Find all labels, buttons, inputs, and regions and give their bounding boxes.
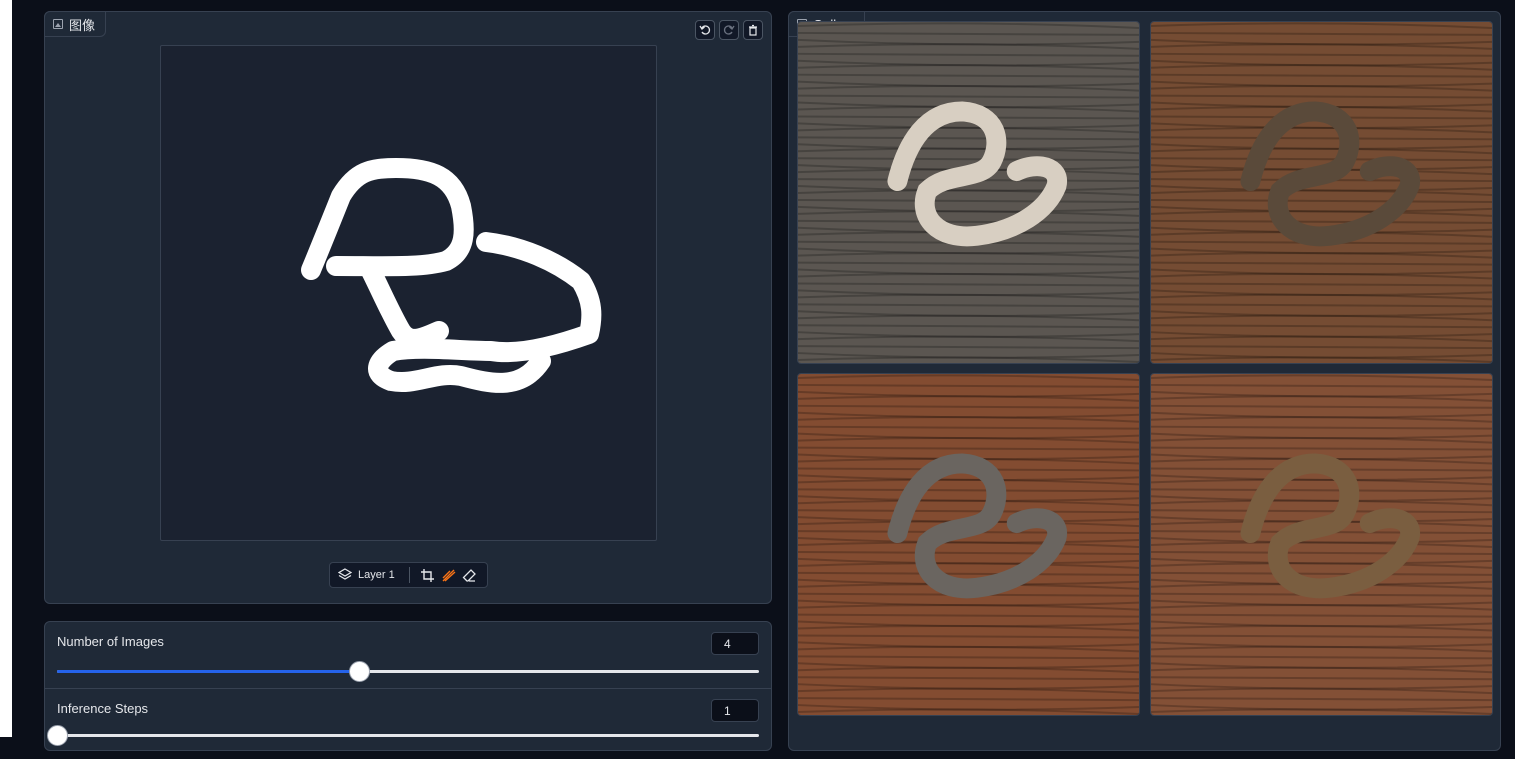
image-editor: 图像 Layer 1 — [44, 11, 772, 604]
inference-steps-setting: Inference Steps 1 — [45, 689, 771, 759]
editor-label-text: 图像 — [69, 17, 96, 33]
gallery-image-art — [798, 374, 1139, 715]
redo-button[interactable] — [719, 20, 739, 40]
layer-toolbar: Layer 1 — [329, 562, 488, 588]
toolbar-divider — [408, 567, 410, 583]
num-images-slider[interactable] — [57, 661, 759, 682]
inference-steps-input[interactable]: 1 — [711, 699, 759, 722]
gallery-image-4[interactable] — [1150, 373, 1493, 716]
undo-button[interactable] — [695, 20, 715, 40]
sketch-canvas[interactable] — [160, 45, 657, 541]
brush-icon[interactable] — [441, 568, 456, 583]
num-images-input[interactable]: 4 — [711, 632, 759, 655]
undo-icon — [699, 25, 711, 35]
eraser-icon[interactable] — [462, 568, 477, 583]
editor-label: 图像 — [44, 11, 107, 37]
gallery-image-art — [1151, 22, 1492, 363]
trash-icon — [749, 24, 757, 36]
slider-fill — [57, 670, 359, 673]
sketch-drawing — [301, 158, 602, 393]
layer-label[interactable]: Layer 1 — [358, 569, 395, 581]
gallery-panel: Gallery — [788, 11, 1501, 751]
gallery-image-3[interactable] — [797, 373, 1140, 716]
slider-handle[interactable] — [47, 725, 68, 746]
num-images-label: Number of Images — [57, 634, 164, 649]
slider-handle[interactable] — [348, 661, 370, 682]
gallery-image-2[interactable] — [1150, 21, 1493, 364]
crop-icon[interactable] — [420, 568, 435, 583]
layers-icon[interactable] — [338, 568, 352, 582]
settings-panel: Number of Images 4 Inference Steps 1 — [44, 621, 772, 751]
page-left-edge — [0, 0, 12, 737]
gallery-image-1[interactable] — [797, 21, 1140, 364]
gallery-image-art — [798, 22, 1139, 363]
image-icon — [53, 19, 63, 29]
gallery-image-art — [1151, 374, 1492, 715]
redo-icon — [723, 25, 735, 35]
inference-steps-label: Inference Steps — [57, 701, 149, 716]
num-images-setting: Number of Images 4 — [45, 622, 771, 689]
clear-button[interactable] — [743, 20, 763, 40]
app-root: 图像 Layer 1 Number of Images 4 Inference … — [12, 0, 1515, 751]
editor-toolbar — [695, 20, 763, 40]
